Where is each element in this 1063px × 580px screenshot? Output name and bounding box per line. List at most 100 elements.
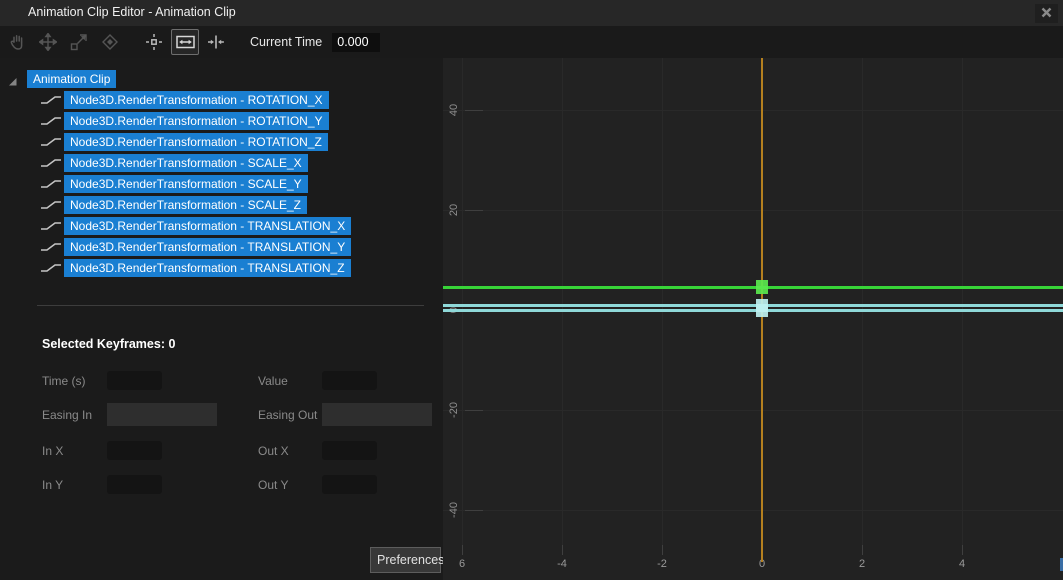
field-input-value[interactable] <box>322 371 377 390</box>
tree-item[interactable]: Node3D.RenderTransformation - ROTATION_Z <box>40 133 328 151</box>
toolbar: Current Time <box>0 26 1063 59</box>
scale-arrow-icon <box>70 33 88 51</box>
field-input-easing-in[interactable] <box>107 403 217 426</box>
field-input-in-x[interactable] <box>107 441 162 460</box>
keyframe-diamond-icon <box>101 33 119 51</box>
animation-curve-icon <box>40 156 62 170</box>
expander-triangle-icon[interactable] <box>8 74 18 84</box>
keyframe-marker[interactable] <box>756 304 768 317</box>
move-arrows-icon <box>39 33 57 51</box>
tree-item[interactable]: Node3D.RenderTransformation - ROTATION_X <box>40 91 329 109</box>
y-tick-label: 40 <box>448 95 460 125</box>
pan-tool-button[interactable] <box>3 29 31 55</box>
tree-item[interactable]: Node3D.RenderTransformation - SCALE_Z <box>40 196 307 214</box>
y-tick-label: -40 <box>448 495 460 525</box>
tree-item-label[interactable]: Node3D.RenderTransformation - TRANSLATIO… <box>64 259 351 277</box>
field-label-in-x: In X <box>42 444 63 458</box>
selected-keyframes-count: 0 <box>168 337 175 351</box>
field-label-time-s: Time (s) <box>42 374 86 388</box>
tree-item[interactable]: Node3D.RenderTransformation - SCALE_Y <box>40 175 308 193</box>
tree-item-label[interactable]: Node3D.RenderTransformation - ROTATION_Y <box>64 112 329 130</box>
gridline-horizontal <box>443 510 1063 511</box>
current-time-input[interactable] <box>332 33 380 52</box>
field-label-in-y: In Y <box>42 478 63 492</box>
tree-item-label[interactable]: Node3D.RenderTransformation - SCALE_Y <box>64 175 308 193</box>
animation-curve-icon <box>40 177 62 191</box>
separator-line <box>37 305 424 306</box>
y-tick-mark <box>465 510 483 511</box>
animation-curve-icon <box>40 93 62 107</box>
field-input-out-y[interactable] <box>322 475 377 494</box>
tree-item-label[interactable]: Node3D.RenderTransformation - ROTATION_Z <box>64 133 328 151</box>
x-tick-mark <box>662 545 663 555</box>
x-tick-label: 4 <box>947 558 977 571</box>
field-input-out-x[interactable] <box>322 441 377 460</box>
current-time-label: Current Time <box>250 35 322 49</box>
tree-item[interactable]: Node3D.RenderTransformation - SCALE_X <box>40 154 308 172</box>
animation-curve-icon <box>40 219 62 233</box>
collapse-horizontal-icon <box>207 34 225 50</box>
center-crosshair-icon <box>145 33 163 51</box>
animation-curve-icon <box>40 114 62 128</box>
window-title: Animation Clip Editor - Animation Clip <box>28 5 236 19</box>
field-label-value: Value <box>258 374 288 388</box>
keyframe-tool-button[interactable] <box>96 29 124 55</box>
center-view-button[interactable] <box>140 29 168 55</box>
curve-rotation-x-y-z[interactable] <box>443 286 1063 289</box>
tree-item-label[interactable]: Node3D.RenderTransformation - SCALE_Z <box>64 196 307 214</box>
x-tick-label: -2 <box>647 558 677 571</box>
x-tick-label: 2 <box>847 558 877 571</box>
title-bar: Animation Clip Editor - Animation Clip <box>0 0 1063 26</box>
x-tick-mark <box>962 545 963 555</box>
gridline-horizontal <box>443 410 1063 411</box>
field-label-out-y: Out Y <box>258 478 288 492</box>
x-tick-mark <box>462 545 463 555</box>
gridline-horizontal <box>443 210 1063 211</box>
y-tick-label: 20 <box>448 195 460 225</box>
y-tick-label: -20 <box>448 395 460 425</box>
animation-clip-editor-window: Animation Clip Editor - Animation Clip C… <box>0 0 1063 580</box>
move-tool-button[interactable] <box>34 29 62 55</box>
hand-icon <box>8 33 26 51</box>
gridline-horizontal <box>443 110 1063 111</box>
tree-root-label[interactable]: Animation Clip <box>27 70 116 88</box>
animation-curve-icon <box>40 240 62 254</box>
curve-scale-x-y-z[interactable] <box>443 304 1063 307</box>
x-tick-label: 6 <box>447 558 477 571</box>
field-label-easing-in: Easing In <box>42 408 92 422</box>
field-label-out-x: Out X <box>258 444 289 458</box>
curve-translation-x-y-z[interactable] <box>443 309 1063 312</box>
left-panel: Animation Clip Node3D.RenderTransformati… <box>0 58 443 580</box>
animation-curve-icon <box>40 135 62 149</box>
selected-keyframes-heading: Selected Keyframes: 0 <box>42 337 175 351</box>
x-tick-mark <box>862 545 863 555</box>
x-tick-mark <box>562 545 563 555</box>
tree-item-label[interactable]: Node3D.RenderTransformation - TRANSLATIO… <box>64 238 351 256</box>
animation-curve-icon <box>40 261 62 275</box>
field-input-easing-out[interactable] <box>322 403 432 426</box>
close-icon <box>1041 5 1052 23</box>
tree-item[interactable]: Node3D.RenderTransformation - TRANSLATIO… <box>40 259 351 277</box>
fit-to-playhead-button[interactable] <box>202 29 230 55</box>
tree-root-row[interactable]: Animation Clip <box>8 70 116 88</box>
tree-item[interactable]: Node3D.RenderTransformation - TRANSLATIO… <box>40 217 351 235</box>
tree-item-label[interactable]: Node3D.RenderTransformation - SCALE_X <box>64 154 308 172</box>
close-button[interactable] <box>1035 4 1058 23</box>
field-label-easing-out: Easing Out <box>258 408 317 422</box>
preferences-button[interactable]: Preferences <box>370 547 441 573</box>
fit-width-button[interactable] <box>171 29 199 55</box>
field-input-time-s[interactable] <box>107 371 162 390</box>
keyframe-marker[interactable] <box>756 280 768 294</box>
field-input-in-y[interactable] <box>107 475 162 494</box>
animation-curve-icon <box>40 198 62 212</box>
curve-editor-graph[interactable]: 40200-20-406-4-2024 <box>443 58 1063 580</box>
y-tick-mark <box>465 210 483 211</box>
tree-item-label[interactable]: Node3D.RenderTransformation - TRANSLATIO… <box>64 217 351 235</box>
y-tick-mark <box>465 410 483 411</box>
y-tick-mark <box>465 110 483 111</box>
tree-item[interactable]: Node3D.RenderTransformation - TRANSLATIO… <box>40 238 351 256</box>
tree-item-label[interactable]: Node3D.RenderTransformation - ROTATION_X <box>64 91 329 109</box>
scale-tool-button[interactable] <box>65 29 93 55</box>
tree-item[interactable]: Node3D.RenderTransformation - ROTATION_Y <box>40 112 329 130</box>
selected-keyframes-label: Selected Keyframes: <box>42 337 165 351</box>
